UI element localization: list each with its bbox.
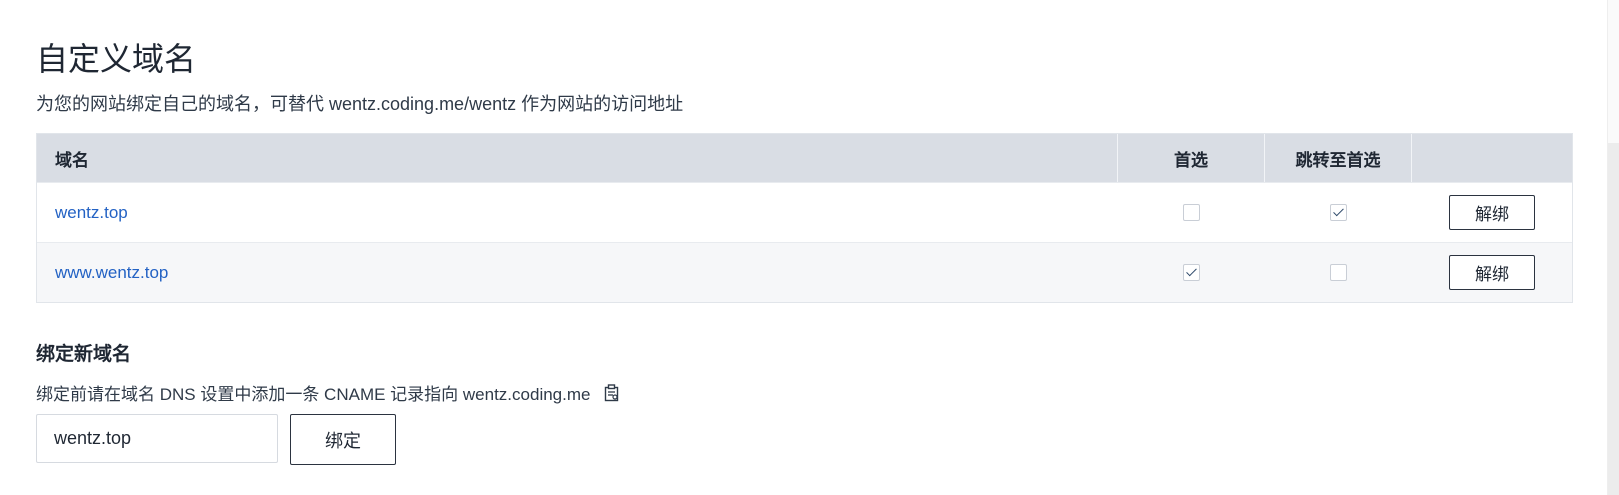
bind-button[interactable]: 绑定 <box>290 414 396 465</box>
page-scrollbar[interactable] <box>1607 0 1619 495</box>
bind-section-title: 绑定新域名 <box>36 344 132 365</box>
table-row: wentz.top 解绑 <box>37 182 1572 242</box>
table-row: www.wentz.top 解绑 <box>37 242 1572 302</box>
domain-link[interactable]: www.wentz.top <box>55 263 168 283</box>
scrollbar-thumb[interactable] <box>1608 143 1619 495</box>
column-header-domain: 域名 <box>37 134 1118 182</box>
column-header-redirect: 跳转至首选 <box>1265 134 1412 182</box>
redirect-checkbox[interactable] <box>1330 264 1347 281</box>
page-title: 自定义域名 <box>36 41 197 77</box>
cname-hint-text: 绑定前请在域名 DNS 设置中添加一条 CNAME 记录指向 wentz.cod… <box>36 385 591 404</box>
new-domain-input[interactable] <box>36 414 278 463</box>
column-header-actions <box>1412 134 1572 182</box>
copy-icon[interactable] <box>604 383 620 402</box>
redirect-checkbox[interactable] <box>1330 204 1347 221</box>
column-header-preferred: 首选 <box>1118 134 1265 182</box>
unbind-button[interactable]: 解绑 <box>1449 195 1535 230</box>
domain-table: 域名 首选 跳转至首选 wentz.top 解绑 www.wentz.top 解… <box>36 133 1573 303</box>
preferred-checkbox[interactable] <box>1183 264 1200 281</box>
domain-link[interactable]: wentz.top <box>55 203 128 223</box>
table-header: 域名 首选 跳转至首选 <box>37 134 1572 182</box>
unbind-button[interactable]: 解绑 <box>1449 255 1535 290</box>
cname-hint: 绑定前请在域名 DNS 设置中添加一条 CNAME 记录指向 wentz.cod… <box>36 380 620 405</box>
page-subtitle: 为您的网站绑定自己的域名，可替代 wentz.coding.me/wentz 作… <box>36 94 684 114</box>
preferred-checkbox[interactable] <box>1183 204 1200 221</box>
